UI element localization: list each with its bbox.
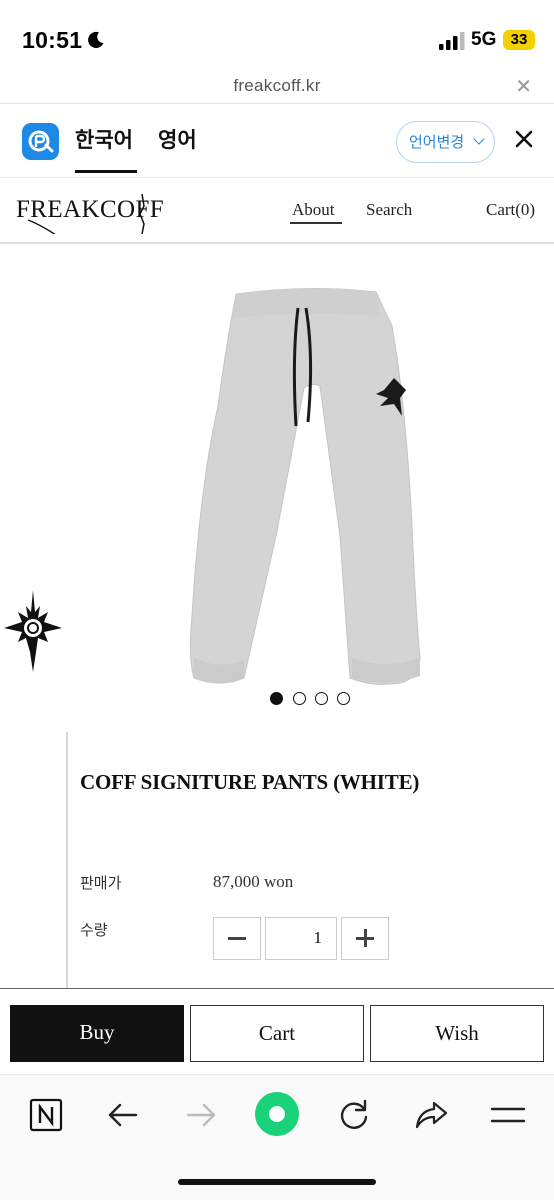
logo-swoosh (27, 193, 145, 234)
status-time: 10:51 (22, 27, 83, 53)
info-divider (66, 732, 68, 989)
nav-about-underline (290, 222, 342, 224)
nav-about[interactable]: About (292, 200, 335, 220)
site-header: FREAKCOFF About Search Cart(0) (0, 178, 554, 244)
menu-icon[interactable] (490, 1097, 526, 1133)
nav-cart[interactable]: Cart(0) (486, 200, 535, 220)
carousel-dot[interactable] (270, 692, 283, 705)
close-icon[interactable]: ✕ (515, 74, 532, 98)
action-buttons: Buy Cart Wish (0, 988, 554, 1074)
back-arrow-icon[interactable] (105, 1097, 141, 1133)
tab-korean[interactable]: 한국어 (75, 124, 133, 154)
naver-icon[interactable] (28, 1097, 64, 1133)
tab-english[interactable]: 영어 (158, 124, 197, 154)
nav-search[interactable]: Search (366, 200, 412, 220)
carousel-dot[interactable] (337, 692, 350, 705)
carousel-dot[interactable] (315, 692, 328, 705)
chevron-down-icon (473, 133, 485, 145)
brand-emblem-icon (4, 590, 62, 672)
active-tab-indicator (75, 170, 137, 173)
moon-icon (88, 31, 104, 48)
papago-icon (22, 123, 59, 160)
product-image-carousel[interactable] (0, 246, 554, 712)
minus-icon (228, 937, 246, 940)
carousel-dots (270, 692, 352, 706)
change-language-label: 언어변경 (409, 133, 465, 151)
url-text[interactable]: freakcoff.kr (0, 76, 554, 96)
change-language-button[interactable]: 언어변경 (396, 121, 495, 163)
battery-indicator: 33 (503, 30, 535, 50)
network-label: 5G (471, 29, 497, 50)
quantity-decrease-button[interactable] (213, 917, 261, 960)
price-label: 판매가 (80, 874, 122, 892)
buy-button[interactable]: Buy (10, 1005, 184, 1062)
product-title: COFF SIGNITURE PANTS (WHITE) (80, 770, 420, 794)
quantity-input[interactable]: 1 (265, 917, 337, 960)
home-indicator (178, 1179, 376, 1185)
status-bar: 10:51 5G 33 (0, 0, 554, 70)
forward-arrow-icon[interactable] (183, 1097, 219, 1133)
carousel-dot[interactable] (293, 692, 306, 705)
refresh-icon[interactable] (336, 1097, 372, 1133)
share-icon[interactable] (413, 1097, 449, 1133)
wish-button[interactable]: Wish (370, 1005, 544, 1062)
plus-icon-v (363, 929, 367, 947)
quantity-label: 수량 (80, 921, 108, 939)
product-image[interactable] (180, 286, 440, 696)
signal-bars-icon (439, 32, 465, 50)
green-home-icon[interactable] (254, 1091, 300, 1137)
add-to-cart-button[interactable]: Cart (190, 1005, 364, 1062)
price-value: 87,000 won (213, 872, 294, 891)
close-icon[interactable] (513, 128, 535, 150)
site-logo[interactable]: FREAKCOFF (14, 190, 192, 234)
quantity-increase-button[interactable] (341, 917, 389, 960)
url-bar[interactable]: freakcoff.kr ✕ (0, 70, 554, 104)
translate-bar: 한국어 영어 언어변경 (0, 104, 554, 178)
